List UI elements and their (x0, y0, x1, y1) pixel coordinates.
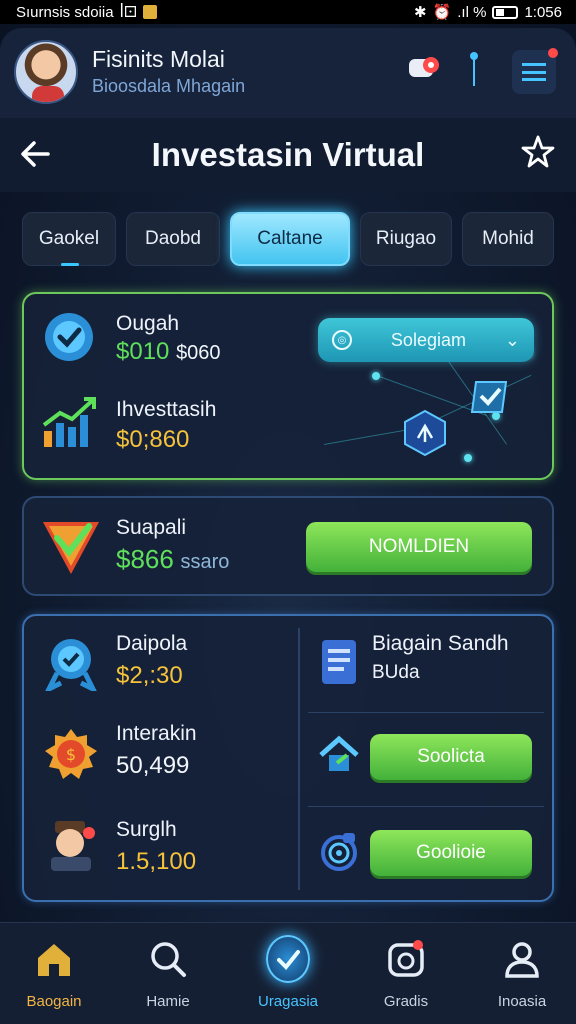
menu-icon[interactable] (512, 48, 558, 94)
select-dropdown[interactable]: ◎ Solegiam ⌄ (318, 318, 534, 362)
badge-check-icon (42, 634, 100, 692)
detail-value-2: 50,499 (116, 752, 190, 779)
signal-text: .ıl % (457, 3, 487, 21)
tab-riugao[interactable]: Riugao (360, 212, 452, 266)
bottom-navigation: Baogain Hamie Uragasia Gradis Inoasia (0, 922, 576, 1024)
tab-label: Gaokel (38, 228, 100, 249)
nav-item-gradis[interactable]: Gradis (356, 933, 456, 1019)
target-icon: ◎ (332, 330, 352, 350)
notification-dot (548, 48, 558, 58)
tab-caltane[interactable]: Caltane (230, 212, 350, 266)
nav-item-inoasia[interactable]: Inoasia (472, 933, 572, 1019)
check-badge-icon (266, 935, 310, 983)
coin-medal-icon: $ (42, 726, 100, 784)
nav-label: Gradis (383, 993, 429, 1010)
right-title-line-1: Biagain Sandh (372, 632, 509, 655)
notification-icon (143, 5, 158, 19)
nav-item-uragasia[interactable]: Uragasia (238, 933, 338, 1019)
svg-text:$: $ (66, 745, 76, 764)
battery-icon (492, 5, 519, 19)
document-icon (314, 634, 364, 690)
tab-indicator (61, 263, 79, 266)
detail-label-3: Surglh (116, 818, 177, 841)
profile-header: Fisinits Molai Bioosdala Mhagain (0, 28, 576, 118)
page-title: Investasin Virtual (151, 136, 425, 173)
detail-label-1: Daipola (116, 632, 188, 655)
nav-label: Uragasia (257, 993, 319, 1010)
user-subtitle: Bioosdala Mhagain (92, 76, 246, 96)
star-icon[interactable] (518, 134, 558, 174)
right-title-line-2: BUda (372, 662, 420, 683)
stats-value: $866 ssaro (116, 544, 230, 574)
select-label: Solegiam (390, 329, 466, 350)
nav-label: Hamie (146, 993, 190, 1010)
chart-up-icon (40, 394, 98, 452)
title-bar: Investasin Virtual (0, 118, 576, 192)
detail-value-3: 1.5,100 (116, 848, 197, 875)
status-left-text: Sıurnsis sdoiia (16, 3, 114, 21)
nav-label: Inoasia (497, 993, 547, 1010)
user-name: Fisinits Molai (92, 46, 225, 72)
tab-bar: Gaokel Daobd Caltane Riugao Mohid (22, 212, 556, 268)
home-icon (32, 937, 76, 981)
tab-gaokel[interactable]: Gaokel (22, 212, 116, 266)
status-icons: ꟾ⚀ (119, 4, 138, 21)
user-icon (500, 937, 544, 981)
divider (298, 628, 300, 890)
pin-icon[interactable] (462, 50, 486, 90)
nav-item-hamie[interactable]: Hamie (118, 933, 218, 1019)
tab-label: Riugao (375, 228, 437, 249)
balance-value: $010 $060 (116, 338, 221, 365)
search-icon (146, 937, 190, 981)
goolioie-button[interactable]: Goolioie (370, 830, 532, 876)
stats-card: Suapali $866 ssaro NOMLDIEN (22, 496, 554, 596)
tab-mohid[interactable]: Mohid (462, 212, 554, 266)
status-time: 1:056 (524, 3, 562, 21)
shield-badge-icon (464, 372, 514, 422)
hexagon-icon (398, 406, 452, 460)
detail-label-2: Interakin (116, 722, 197, 745)
investment-summary-card: Ougah $010 $060 Ihvesttasih $0;860 ◎ Sol… (22, 292, 554, 480)
chat-icon[interactable] (404, 50, 444, 90)
status-bar: Sıurnsis sdoiia ꟾ⚀ ✱ ⏰ .ıl % 1:056 (0, 0, 576, 24)
nav-item-baogain[interactable]: Baogain (4, 933, 104, 1019)
investment-value: $0;860 (116, 426, 190, 453)
detail-value-1: $2,:30 (116, 662, 183, 689)
nomldien-button[interactable]: NOMLDIEN (306, 522, 532, 572)
tab-label: Mohid (482, 228, 534, 249)
balance-label: Ougah (116, 312, 180, 335)
alarm-icon: ⏰ (432, 4, 452, 21)
details-card: Daipola $2,:30 $ Interakin 50,499 Surglh… (22, 614, 554, 902)
soolicta-button[interactable]: Soolicta (370, 734, 532, 780)
avatar[interactable] (14, 40, 78, 104)
bluetooth-icon: ✱ (414, 4, 427, 21)
fingerprint-icon (314, 826, 364, 876)
investment-label: Ihvesttasih (116, 398, 217, 421)
house-arrow-icon (314, 730, 364, 780)
stats-label: Suapali (116, 516, 187, 539)
camera-icon (384, 937, 428, 981)
triangle-check-icon (38, 514, 104, 580)
tab-label: Daobd (145, 228, 201, 249)
agent-avatar-icon (42, 816, 100, 874)
chevron-down-icon: ⌄ (504, 329, 520, 350)
nav-label: Baogain (26, 993, 82, 1010)
tab-label: Caltane (257, 228, 323, 249)
tab-daobd[interactable]: Daobd (126, 212, 220, 266)
shield-check-icon (40, 308, 98, 366)
